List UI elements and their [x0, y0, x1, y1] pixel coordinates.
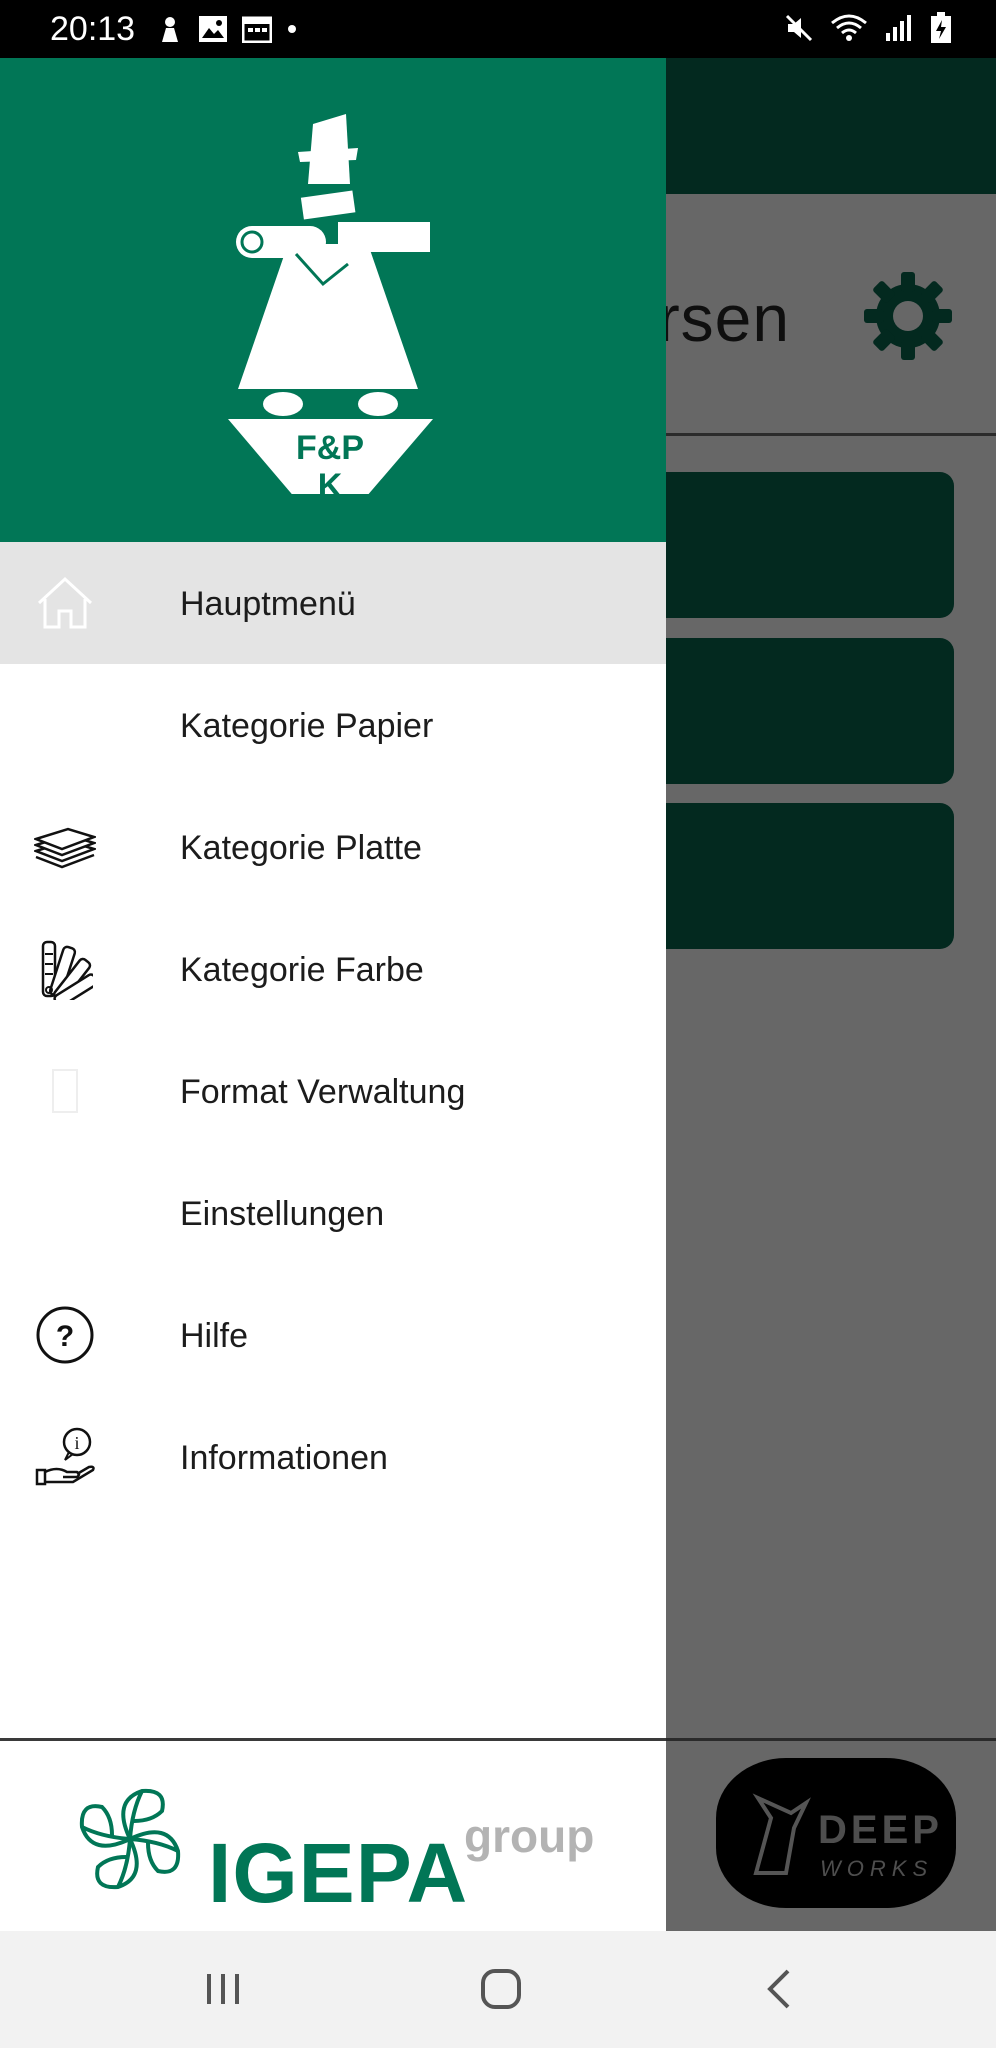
papier-icon — [32, 695, 98, 755]
battery-icon — [931, 12, 951, 43]
calendar-icon — [242, 16, 272, 43]
deepworks-text-2: WORKS — [820, 1856, 934, 1881]
background-card-3 — [630, 803, 954, 949]
menu-item-label: Einstellungen — [180, 1195, 385, 1233]
igepa-swirl-icon — [79, 1788, 181, 1890]
settings-icon — [32, 1183, 98, 1243]
igepa-group-label: group — [464, 1810, 595, 1862]
svg-text:i: i — [74, 1433, 79, 1453]
logo-text-2: K — [318, 467, 343, 494]
dot-icon — [288, 25, 296, 33]
menu-item-einstellungen[interactable]: Einstellungen — [0, 1152, 666, 1274]
menu-item-kategorie-farbe[interactable]: Kategorie Farbe — [0, 908, 666, 1030]
menu-item-label: Informationen — [180, 1439, 388, 1477]
deepworks-bird-icon — [752, 1793, 811, 1875]
menu-item-label: Kategorie Platte — [180, 829, 422, 867]
home-circle-icon — [481, 1969, 521, 2009]
drawer-menu: Hauptmenü Kategorie Papier Kategorie Pla… — [0, 542, 666, 1518]
igepa-brand: IGEPA — [208, 1826, 469, 1920]
recent-apps-icon — [207, 1974, 239, 2004]
background-divider — [660, 433, 996, 436]
mute-icon — [785, 14, 813, 42]
background-card-1 — [630, 472, 954, 618]
drawer-header: F&P K — [0, 58, 666, 542]
notification-icon — [162, 17, 178, 42]
navigation-drawer: F&P K Hauptmenü Kategorie Papier Kategor… — [0, 58, 666, 1931]
svg-text:?: ? — [56, 1320, 74, 1353]
menu-item-label: Kategorie Farbe — [180, 951, 424, 989]
menu-item-kategorie-platte[interactable]: Kategorie Platte — [0, 786, 666, 908]
menu-item-hauptmenu[interactable]: Hauptmenü — [0, 542, 666, 664]
home-button[interactable] — [466, 1959, 536, 2019]
menu-item-label: Hauptmenü — [180, 585, 356, 623]
recent-apps-button[interactable] — [188, 1959, 258, 2019]
deepworks-text-1: DEEP — [818, 1808, 943, 1852]
format-icon — [32, 1061, 98, 1121]
logo-text-1: F&P — [296, 429, 364, 467]
menu-item-kategorie-papier[interactable]: Kategorie Papier — [0, 664, 666, 786]
info-hand-icon: i — [32, 1427, 98, 1487]
deepworks-logo: DEEP WORKS — [716, 1758, 956, 1908]
menu-item-informationen[interactable]: i Informationen — [0, 1396, 666, 1518]
color-fan-icon — [32, 939, 98, 1000]
status-bar: 20:13 — [0, 0, 996, 58]
back-chevron-icon — [767, 1969, 790, 2009]
status-time: 20:13 — [50, 10, 136, 48]
signal-icon — [886, 15, 911, 41]
menu-item-format-verwaltung[interactable]: Format Verwaltung — [0, 1030, 666, 1152]
help-icon: ? — [32, 1305, 98, 1365]
menu-item-hilfe[interactable]: ? Hilfe — [0, 1274, 666, 1396]
drawer-footer: IGEPA group — [0, 1741, 666, 1931]
background-card-2 — [630, 638, 954, 784]
menu-item-label: Hilfe — [180, 1317, 249, 1355]
back-button[interactable] — [745, 1959, 815, 2019]
system-navigation-bar — [0, 1931, 996, 2048]
stack-icon — [32, 817, 98, 877]
home-icon — [32, 573, 98, 633]
wifi-icon — [831, 14, 867, 41]
gallery-icon — [199, 16, 227, 42]
gear-icon[interactable] — [860, 268, 956, 364]
menu-item-label: Kategorie Papier — [180, 707, 434, 745]
fpk-logo: F&P K — [228, 114, 433, 494]
menu-item-label: Format Verwaltung — [180, 1073, 466, 1111]
